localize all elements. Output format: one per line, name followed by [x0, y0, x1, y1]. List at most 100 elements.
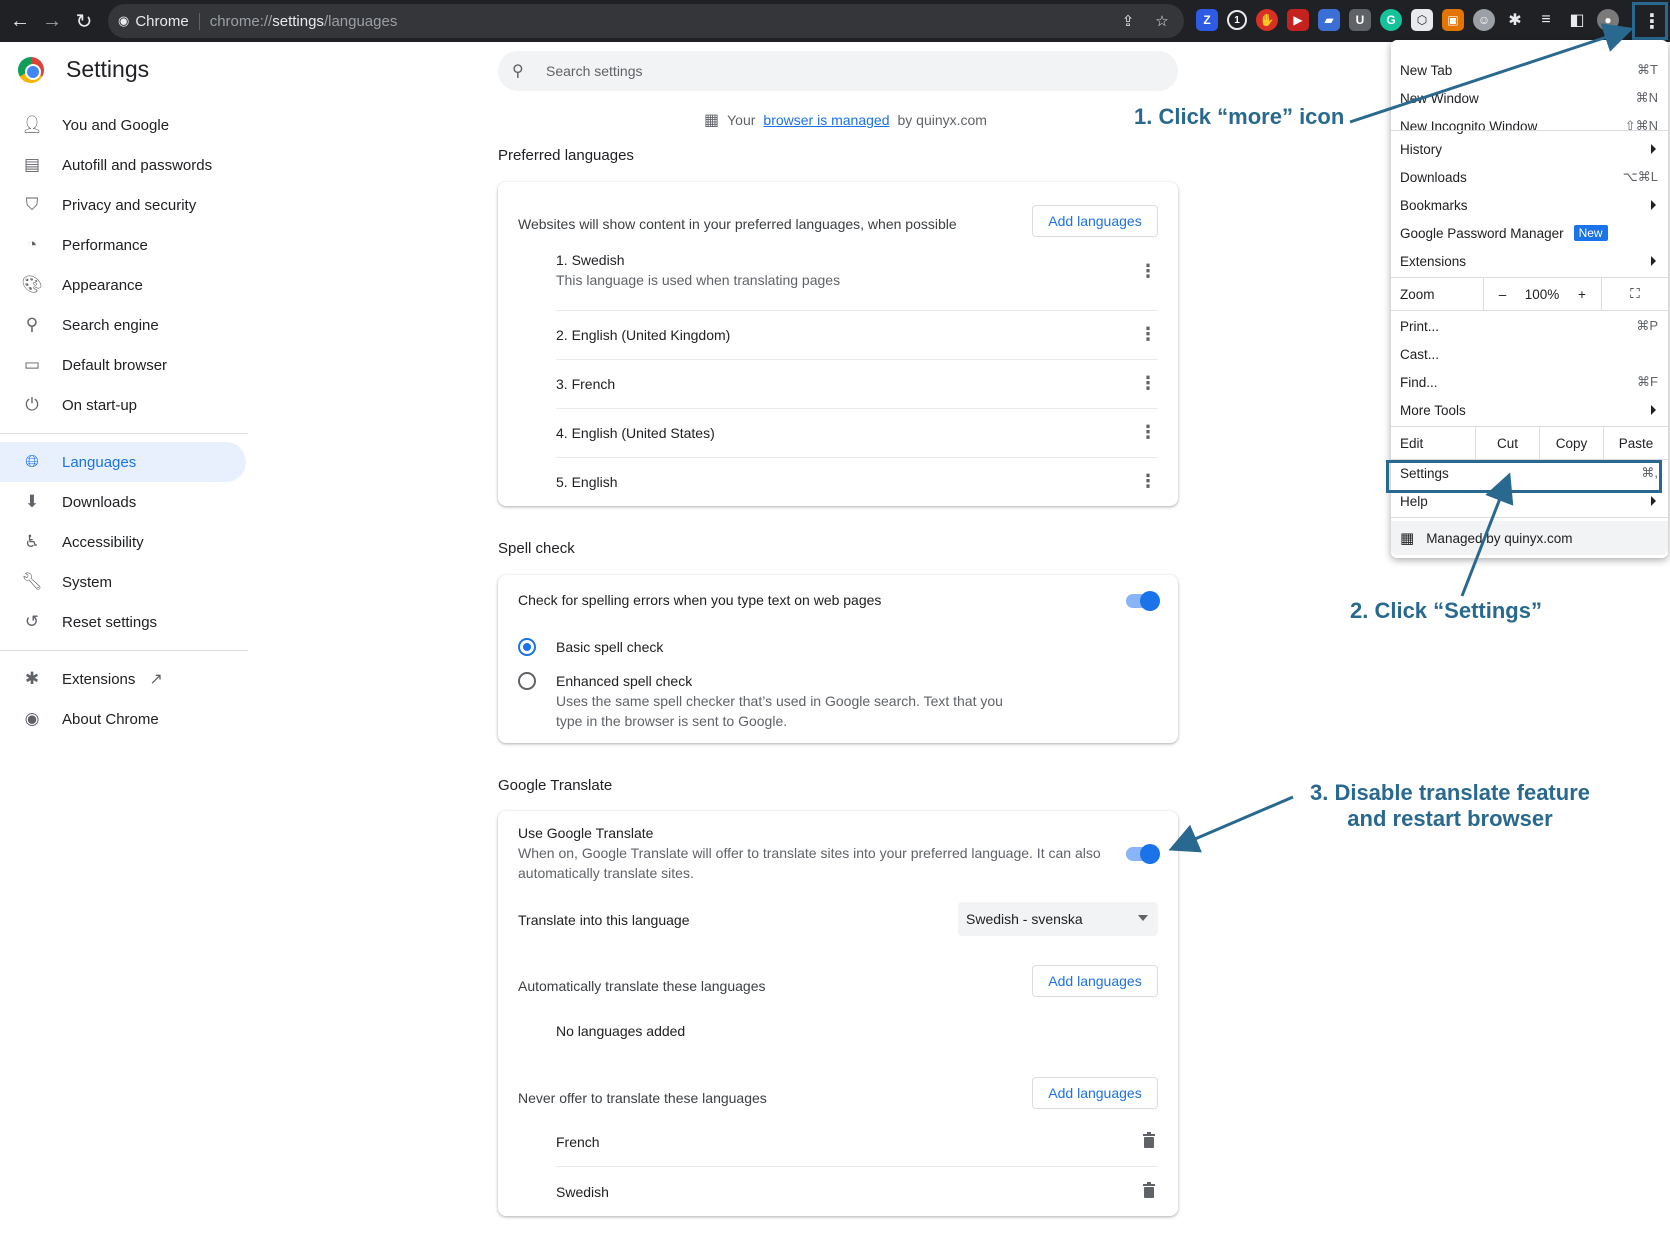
sidebar-item-extensions[interactable]: ✱ Extensions ↗: [0, 659, 248, 699]
menu-item-extensions[interactable]: Extensions: [1391, 247, 1668, 275]
translate-target-select[interactable]: Swedish - svenska: [958, 902, 1158, 936]
language-options-icon[interactable]: ⋮: [1138, 325, 1158, 343]
history-icon: ↺: [24, 612, 40, 631]
palette-icon: 🎨︎: [21, 275, 43, 294]
menu-item-password-manager[interactable]: Google Password Manager New: [1391, 219, 1668, 247]
sidebar-item-languages[interactable]: 🌐︎ Languages: [0, 442, 246, 482]
puzzle-icon[interactable]: ✱: [1504, 9, 1526, 31]
sidebar-item-label: Default browser: [62, 356, 168, 374]
avatar-extension-icon[interactable]: ☺: [1473, 9, 1495, 31]
cut-button[interactable]: Cut: [1475, 427, 1539, 459]
chrome-icon: ◉: [118, 13, 130, 28]
google-translate-toggle[interactable]: [1126, 844, 1160, 864]
grammarly-extension-icon[interactable]: G: [1380, 9, 1402, 31]
language-name: 1. Swedish: [556, 252, 625, 268]
sidebar-item-label: About Chrome: [62, 710, 159, 728]
menu-item-downloads[interactable]: Downloads ⌥⌘L: [1391, 163, 1668, 191]
omnibox[interactable]: ◉ Chrome chrome://settings/languages ⇪ ☆: [108, 4, 1184, 38]
search-icon: ⚲: [512, 63, 524, 80]
language-options-icon[interactable]: ⋮: [1138, 262, 1158, 280]
language-name: French: [556, 1134, 600, 1150]
menu-item-new-window[interactable]: New Window ⌘N: [1391, 84, 1668, 112]
zoom-extension-icon[interactable]: Z: [1196, 9, 1218, 31]
menu-item-bookmarks[interactable]: Bookmarks: [1391, 191, 1668, 219]
sidebar-item-appearance[interactable]: 🎨︎ Appearance: [0, 265, 248, 305]
language-row: 2. English (United Kingdom) ⋮: [556, 310, 1158, 358]
enhanced-spell-check-radio[interactable]: [518, 672, 536, 690]
settings-menu-highlight: [1386, 460, 1662, 493]
language-options-icon[interactable]: ⋮: [1138, 472, 1158, 490]
enhanced-spell-check-desc: type in the browser is sent to Google.: [556, 713, 788, 729]
copy-button[interactable]: Copy: [1539, 427, 1603, 459]
add-preferred-languages-button[interactable]: Add languages: [1032, 205, 1158, 237]
red-extension-icon[interactable]: ▶: [1287, 9, 1309, 31]
menu-item-find[interactable]: Find... ⌘F: [1391, 368, 1668, 396]
back-icon[interactable]: ←: [4, 5, 36, 37]
menu-item-cast[interactable]: Cast...: [1391, 340, 1668, 368]
blue-extension-icon[interactable]: ▰: [1318, 9, 1340, 31]
sidebar-item-accessibility[interactable]: ♿︎ Accessibility: [0, 522, 248, 562]
onepassword-extension-icon[interactable]: 1: [1227, 10, 1247, 30]
menu-divider: [1391, 517, 1668, 518]
language-options-icon[interactable]: ⋮: [1138, 374, 1158, 392]
hexagon-extension-icon[interactable]: ⬡: [1411, 9, 1433, 31]
side-panel-icon[interactable]: ◧: [1566, 9, 1588, 31]
sidebar-item-about-chrome[interactable]: ◉ About Chrome: [0, 699, 248, 739]
use-google-translate-desc: automatically translate sites.: [518, 865, 694, 881]
sidebar-divider: [0, 433, 248, 434]
basic-spell-check-radio[interactable]: [518, 638, 536, 656]
language-name: 5. English: [556, 474, 618, 490]
language-name: 4. English (United States): [556, 425, 715, 441]
sidebar-item-search-engine[interactable]: ⚲ Search engine: [0, 305, 248, 345]
trash-icon[interactable]: [1142, 1182, 1156, 1198]
spell-check-toggle[interactable]: [1126, 591, 1160, 611]
forward-icon[interactable]: →: [36, 5, 68, 37]
add-never-translate-languages-button[interactable]: Add languages: [1032, 1077, 1158, 1109]
sidebar-item-on-startup[interactable]: ⏻ On start-up: [0, 385, 248, 425]
site-info-chip[interactable]: ◉ Chrome: [118, 12, 200, 30]
share-icon[interactable]: ⇪: [1118, 11, 1138, 31]
browser-managed-link[interactable]: browser is managed: [763, 112, 889, 128]
translate-target-value: Swedish - svenska: [966, 911, 1083, 927]
sidebar-item-privacy[interactable]: ⛉ Privacy and security: [0, 185, 248, 225]
menu-item-edit: Edit Cut Copy Paste: [1391, 427, 1668, 459]
paste-button[interactable]: Paste: [1603, 427, 1668, 459]
zoom-in-button[interactable]: +: [1563, 278, 1601, 310]
sidebar-item-default-browser[interactable]: ▭ Default browser: [0, 345, 248, 385]
zoom-out-button[interactable]: –: [1483, 278, 1521, 310]
annotation-step-1: 1. Click “more” icon: [1134, 104, 1345, 129]
menu-item-print[interactable]: Print... ⌘P: [1391, 312, 1668, 340]
stop-extension-icon[interactable]: ✋: [1256, 9, 1278, 31]
fullscreen-icon[interactable]: ⛶: [1601, 278, 1668, 310]
managed-notice: ▦ Your browser is managed by quinyx.com: [704, 112, 987, 129]
settings-header: Settings: [18, 56, 149, 83]
bookmark-star-icon[interactable]: ☆: [1152, 11, 1172, 31]
sidebar-item-downloads[interactable]: ⬇ Downloads: [0, 482, 248, 522]
search-settings-input[interactable]: ⚲ Search settings: [498, 51, 1178, 91]
menu-item-more-tools[interactable]: More Tools: [1391, 396, 1668, 424]
sidebar-item-you-and-google[interactable]: 👤︎ You and Google: [0, 105, 248, 145]
sidebar-item-system[interactable]: 🔧︎ System: [0, 562, 248, 602]
sidebar-item-label: You and Google: [62, 116, 170, 134]
sidebar-item-autofill[interactable]: ▤ Autofill and passwords: [0, 145, 248, 185]
image-extension-icon[interactable]: ▣: [1442, 9, 1464, 31]
ublock-extension-icon[interactable]: U: [1349, 9, 1371, 31]
profile-avatar[interactable]: ●: [1597, 9, 1619, 31]
reload-icon[interactable]: ↻: [68, 5, 100, 37]
never-translate-row: Swedish: [556, 1166, 1158, 1214]
language-options-icon[interactable]: ⋮: [1138, 423, 1158, 441]
sidebar-item-label: On start-up: [62, 396, 138, 414]
reading-list-icon[interactable]: ≡: [1535, 9, 1557, 31]
open-external-icon: ↗: [149, 671, 163, 688]
url-text: chrome://settings/languages: [209, 12, 398, 30]
menu-item-managed[interactable]: ▦ Managed by quinyx.com: [1391, 521, 1668, 555]
language-name: 2. English (United Kingdom): [556, 327, 731, 343]
menu-item-new-tab[interactable]: New Tab ⌘T: [1391, 56, 1668, 84]
menu-item-history[interactable]: History: [1391, 135, 1668, 163]
sidebar-item-label: Autofill and passwords: [62, 156, 213, 174]
sidebar-item-reset[interactable]: ↺ Reset settings: [0, 602, 248, 642]
add-auto-translate-languages-button[interactable]: Add languages: [1032, 965, 1158, 997]
trash-icon[interactable]: [1142, 1132, 1156, 1148]
sidebar-item-performance[interactable]: ◔ Performance: [0, 225, 248, 265]
dropdown-arrow-icon: [1138, 915, 1148, 921]
